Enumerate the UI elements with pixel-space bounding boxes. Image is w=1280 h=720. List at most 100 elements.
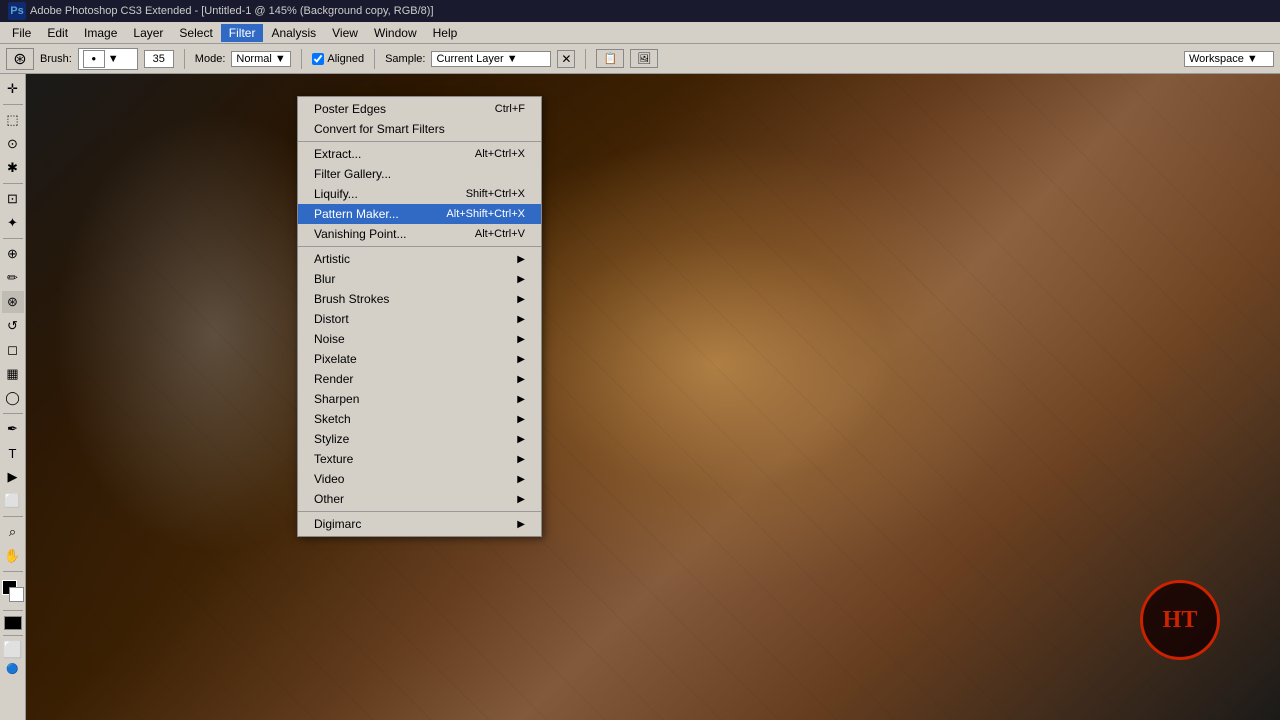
tool-separator-6: [3, 571, 23, 572]
separator-2: [301, 49, 302, 69]
video-arrow: ▶: [517, 474, 525, 485]
separator-1: [184, 49, 185, 69]
magic-wand-tool[interactable]: ✱: [2, 157, 24, 179]
menu-item-filter-gallery[interactable]: Filter Gallery...: [298, 164, 541, 184]
menu-item-distort[interactable]: Distort ▶: [298, 309, 541, 329]
zoom-tool[interactable]: ⌕: [2, 521, 24, 543]
render-arrow: ▶: [517, 374, 525, 385]
cs-live[interactable]: 🔵: [6, 664, 18, 675]
path-selection-tool[interactable]: ▶: [2, 466, 24, 488]
color-swatches[interactable]: [2, 580, 24, 602]
menu-image[interactable]: Image: [76, 24, 125, 42]
menu-bar: File Edit Image Layer Select Filter Anal…: [0, 22, 1280, 44]
menu-select[interactable]: Select: [171, 24, 220, 42]
pen-tool[interactable]: ✒: [2, 418, 24, 440]
quick-mask-mode[interactable]: [4, 616, 22, 630]
crop-tool[interactable]: ⊡: [2, 188, 24, 210]
menu-file[interactable]: File: [4, 24, 39, 42]
workspace-dropdown[interactable]: Workspace ▼: [1184, 51, 1274, 67]
menu-item-blur[interactable]: Blur ▶: [298, 269, 541, 289]
gradient-tool[interactable]: ▦: [2, 363, 24, 385]
menu-help[interactable]: Help: [425, 24, 466, 42]
menu-item-render[interactable]: Render ▶: [298, 369, 541, 389]
menu-item-noise[interactable]: Noise ▶: [298, 329, 541, 349]
digimarc-arrow: ▶: [517, 519, 525, 530]
aligned-checkbox[interactable]: [312, 53, 324, 65]
poster-edges-shortcut: Ctrl+F: [495, 103, 525, 115]
lasso-tool[interactable]: ⊙: [2, 133, 24, 155]
menu-edit[interactable]: Edit: [39, 24, 76, 42]
poster-edges-label: Poster Edges: [314, 102, 386, 116]
menu-item-digimarc[interactable]: Digimarc ▶: [298, 514, 541, 534]
menu-item-smart-filters[interactable]: Convert for Smart Filters: [298, 119, 541, 139]
distort-arrow: ▶: [517, 314, 525, 325]
menu-item-pattern-maker[interactable]: Pattern Maker... Alt+Shift+Ctrl+X: [298, 204, 541, 224]
menu-item-stylize[interactable]: Stylize ▶: [298, 429, 541, 449]
menu-item-sharpen[interactable]: Sharpen ▶: [298, 389, 541, 409]
menu-item-artistic[interactable]: Artistic ▶: [298, 249, 541, 269]
clone-stamp-tool[interactable]: ⊛: [2, 291, 24, 313]
options-bar: ⊛ Brush: ● ▼ 35 Mode: Normal ▼ Aligned S…: [0, 44, 1280, 74]
menu-filter[interactable]: Filter: [221, 24, 264, 42]
tool-separator-7: [3, 610, 23, 611]
workspace-dropdown-arrow: ▼: [1247, 53, 1258, 65]
brush-strokes-label: Brush Strokes: [314, 292, 389, 306]
brush-size-input[interactable]: 35: [144, 50, 174, 68]
workspace-label: Workspace: [1189, 53, 1244, 65]
menu-item-extract[interactable]: Extract... Alt+Ctrl+X: [298, 144, 541, 164]
clear-button[interactable]: ✕: [557, 50, 575, 68]
separator-4: [585, 49, 586, 69]
sample-dropdown[interactable]: Current Layer ▼: [431, 51, 551, 67]
blur-label: Blur: [314, 272, 335, 286]
history-brush-tool[interactable]: ↺: [2, 315, 24, 337]
shape-tool[interactable]: ⬜: [2, 490, 24, 512]
menu-item-poster-edges[interactable]: Poster Edges Ctrl+F: [298, 99, 541, 119]
eyedropper-tool[interactable]: ✦: [2, 212, 24, 234]
menu-window[interactable]: Window: [366, 24, 425, 42]
hand-tool[interactable]: ✋: [2, 545, 24, 567]
liquify-label: Liquify...: [314, 187, 358, 201]
render-label: Render: [314, 372, 353, 386]
aligned-label: Aligned: [327, 53, 364, 65]
texture-arrow: ▶: [517, 454, 525, 465]
menu-layer[interactable]: Layer: [125, 24, 171, 42]
menu-item-vanishing-point[interactable]: Vanishing Point... Alt+Ctrl+V: [298, 224, 541, 244]
screen-mode[interactable]: ⬜: [3, 640, 23, 660]
brush-tool[interactable]: ✏: [2, 267, 24, 289]
brush-preset-dropdown[interactable]: ● ▼: [78, 48, 138, 70]
canvas-area: HT Poster Edges Ctrl+F Convert for Smart…: [26, 74, 1280, 720]
separator-3: [374, 49, 375, 69]
menu-item-sketch[interactable]: Sketch ▶: [298, 409, 541, 429]
window-title: Adobe Photoshop CS3 Extended - [Untitled…: [30, 5, 434, 17]
eraser-tool[interactable]: ◻: [2, 339, 24, 361]
background-color[interactable]: [9, 587, 24, 602]
tool-separator-8: [3, 635, 23, 636]
noise-arrow: ▶: [517, 334, 525, 345]
dodge-tool[interactable]: ◯: [2, 387, 24, 409]
brush-dropdown-arrow[interactable]: ▼: [108, 53, 119, 65]
blur-arrow: ▶: [517, 274, 525, 285]
artistic-label: Artistic: [314, 252, 350, 266]
type-tool[interactable]: T: [2, 442, 24, 464]
healing-brush-tool[interactable]: ⊕: [2, 243, 24, 265]
canvas-options-button[interactable]: 🖼: [630, 49, 658, 68]
other-label: Other: [314, 492, 344, 506]
menu-item-brush-strokes[interactable]: Brush Strokes ▶: [298, 289, 541, 309]
menu-item-pixelate[interactable]: Pixelate ▶: [298, 349, 541, 369]
menu-item-video[interactable]: Video ▶: [298, 469, 541, 489]
menu-analysis[interactable]: Analysis: [263, 24, 324, 42]
texture-label: Texture: [314, 452, 353, 466]
menu-item-texture[interactable]: Texture ▶: [298, 449, 541, 469]
menu-view[interactable]: View: [324, 24, 366, 42]
brush-label: Brush:: [40, 53, 72, 65]
mode-dropdown[interactable]: Normal ▼: [231, 51, 291, 67]
menu-item-liquify[interactable]: Liquify... Shift+Ctrl+X: [298, 184, 541, 204]
aligned-checkbox-group: Aligned: [312, 53, 364, 65]
menu-item-other[interactable]: Other ▶: [298, 489, 541, 509]
distort-label: Distort: [314, 312, 349, 326]
canvas-texture: [26, 74, 1280, 720]
smart-filters-label: Convert for Smart Filters: [314, 122, 445, 136]
save-options-button[interactable]: 📋: [596, 49, 624, 68]
marquee-tool[interactable]: ⬚: [2, 109, 24, 131]
move-tool[interactable]: ✛: [2, 78, 24, 100]
